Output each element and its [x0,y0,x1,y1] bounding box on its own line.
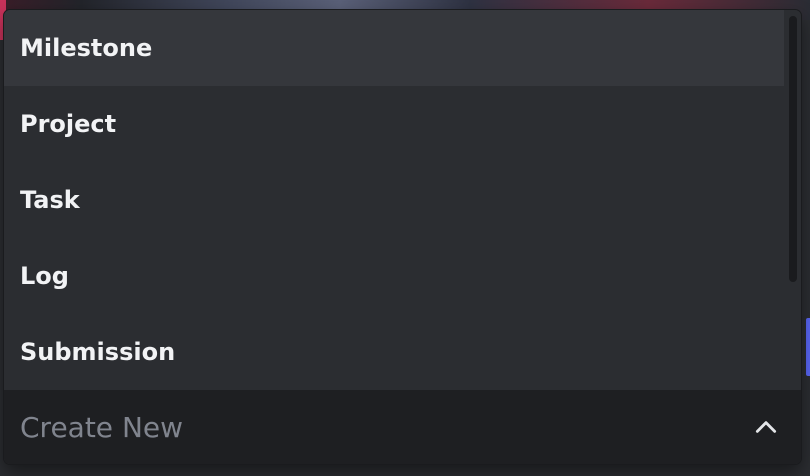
option-label: Task [20,186,80,214]
create-new-dropdown[interactable]: Milestone Project Task Log Submission Cr… [4,10,801,464]
options-scrollbar[interactable] [789,16,797,282]
option-submission[interactable]: Submission [4,314,784,390]
option-task[interactable]: Task [4,162,784,238]
option-milestone[interactable]: Milestone [4,10,784,86]
dropdown-options-list: Milestone Project Task Log Submission [4,10,801,390]
chevron-up-icon[interactable] [753,414,779,440]
background-accent-bar [806,318,810,376]
option-label: Submission [20,338,176,366]
dropdown-trigger[interactable]: Create New [4,390,801,464]
option-log[interactable]: Log [4,238,784,314]
option-label: Milestone [20,34,153,62]
option-label: Log [20,262,69,290]
option-label: Project [20,110,117,138]
option-project[interactable]: Project [4,86,784,162]
dropdown-placeholder: Create New [20,410,184,444]
